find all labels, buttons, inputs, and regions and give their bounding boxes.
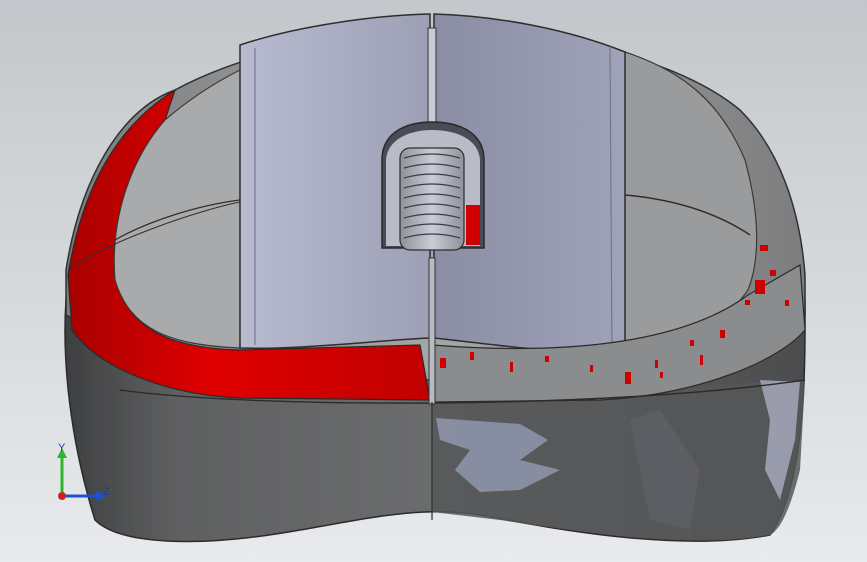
coordinate-triad: Y Z [48, 440, 118, 510]
z-axis-label: Z [103, 486, 110, 498]
x-axis-origin [58, 492, 66, 500]
wheel-cavity-red [466, 205, 480, 245]
y-axis-label: Y [58, 442, 66, 454]
mouse-model[interactable] [0, 0, 867, 562]
scroll-wheel[interactable] [399, 147, 465, 251]
center-seam [427, 27, 437, 129]
inner-rim-left [113, 69, 241, 349]
3d-viewport[interactable]: Y Z [0, 0, 867, 562]
center-seam-lower [428, 257, 436, 405]
